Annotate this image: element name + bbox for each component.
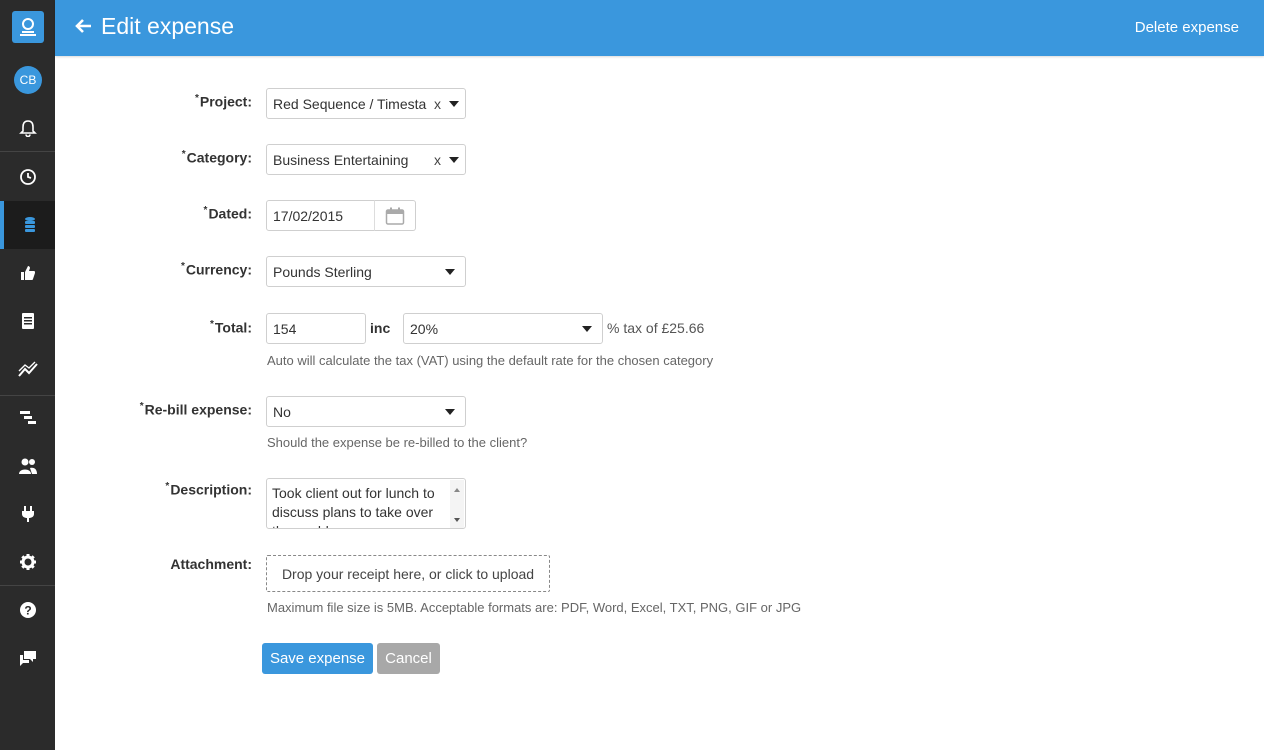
textarea-scrollbar[interactable]: [450, 480, 464, 528]
attachment-help-text: Maximum file size is 5MB. Acceptable for…: [267, 600, 802, 615]
currency-label: *Currency:: [180, 261, 252, 278]
delete-expense-link[interactable]: Delete expense: [1135, 19, 1239, 36]
chat-icon[interactable]: [0, 634, 55, 682]
chevron-down-icon: [449, 156, 459, 163]
rebill-select[interactable]: No: [266, 396, 466, 427]
calendar-icon: [385, 207, 405, 225]
inc-label: inc: [370, 320, 391, 336]
receipt-drop-zone[interactable]: Drop your receipt here, or click to uplo…: [266, 555, 550, 592]
currency-select[interactable]: Pounds Sterling: [266, 256, 466, 287]
total-label: *Total:: [210, 319, 252, 336]
chevron-down-icon: [445, 268, 455, 275]
bell-icon[interactable]: [0, 104, 55, 152]
description-label: *Description:: [165, 481, 252, 498]
attachment-label: Attachment:: [170, 556, 252, 572]
project-label: *Project:: [194, 93, 252, 110]
rebill-label: *Re-bill expense:: [139, 401, 252, 418]
project-select[interactable]: Red Sequence / Timesta x: [266, 88, 466, 119]
app-logo-icon[interactable]: [12, 11, 44, 43]
tax-rate-select[interactable]: 20%: [403, 313, 603, 344]
svg-text:?: ?: [24, 604, 31, 618]
page-header: Edit expense Delete expense: [55, 0, 1264, 56]
back-arrow-icon[interactable]: [75, 17, 93, 40]
chevron-down-icon: [449, 100, 459, 107]
category-select[interactable]: Business Entertaining x: [266, 144, 466, 175]
avatar[interactable]: CB: [14, 66, 42, 94]
clear-category-icon[interactable]: x: [434, 152, 441, 168]
save-expense-button[interactable]: Save expense: [262, 643, 373, 674]
rebill-help-text: Should the expense be re-billed to the c…: [267, 435, 528, 450]
date-input[interactable]: 17/02/2015: [266, 200, 375, 231]
chevron-down-icon: [582, 325, 592, 332]
chevron-down-icon: [445, 408, 455, 415]
category-label: *Category:: [181, 149, 252, 166]
cancel-button[interactable]: Cancel: [377, 643, 440, 674]
sidebar: CB ?: [0, 0, 55, 750]
dated-label: *Dated:: [203, 205, 252, 222]
clear-project-icon[interactable]: x: [434, 96, 441, 112]
tax-amount-text: % tax of £25.66: [607, 320, 705, 336]
help-icon[interactable]: ?: [0, 586, 55, 634]
description-textarea[interactable]: Took client out for lunch to discuss pla…: [266, 478, 466, 529]
total-input[interactable]: 154: [266, 313, 366, 344]
page-title: Edit expense: [101, 13, 234, 39]
total-help-text: Auto will calculate the tax (VAT) using …: [267, 353, 714, 368]
calendar-button[interactable]: [374, 200, 416, 231]
trend-chart-icon[interactable]: [0, 345, 55, 393]
